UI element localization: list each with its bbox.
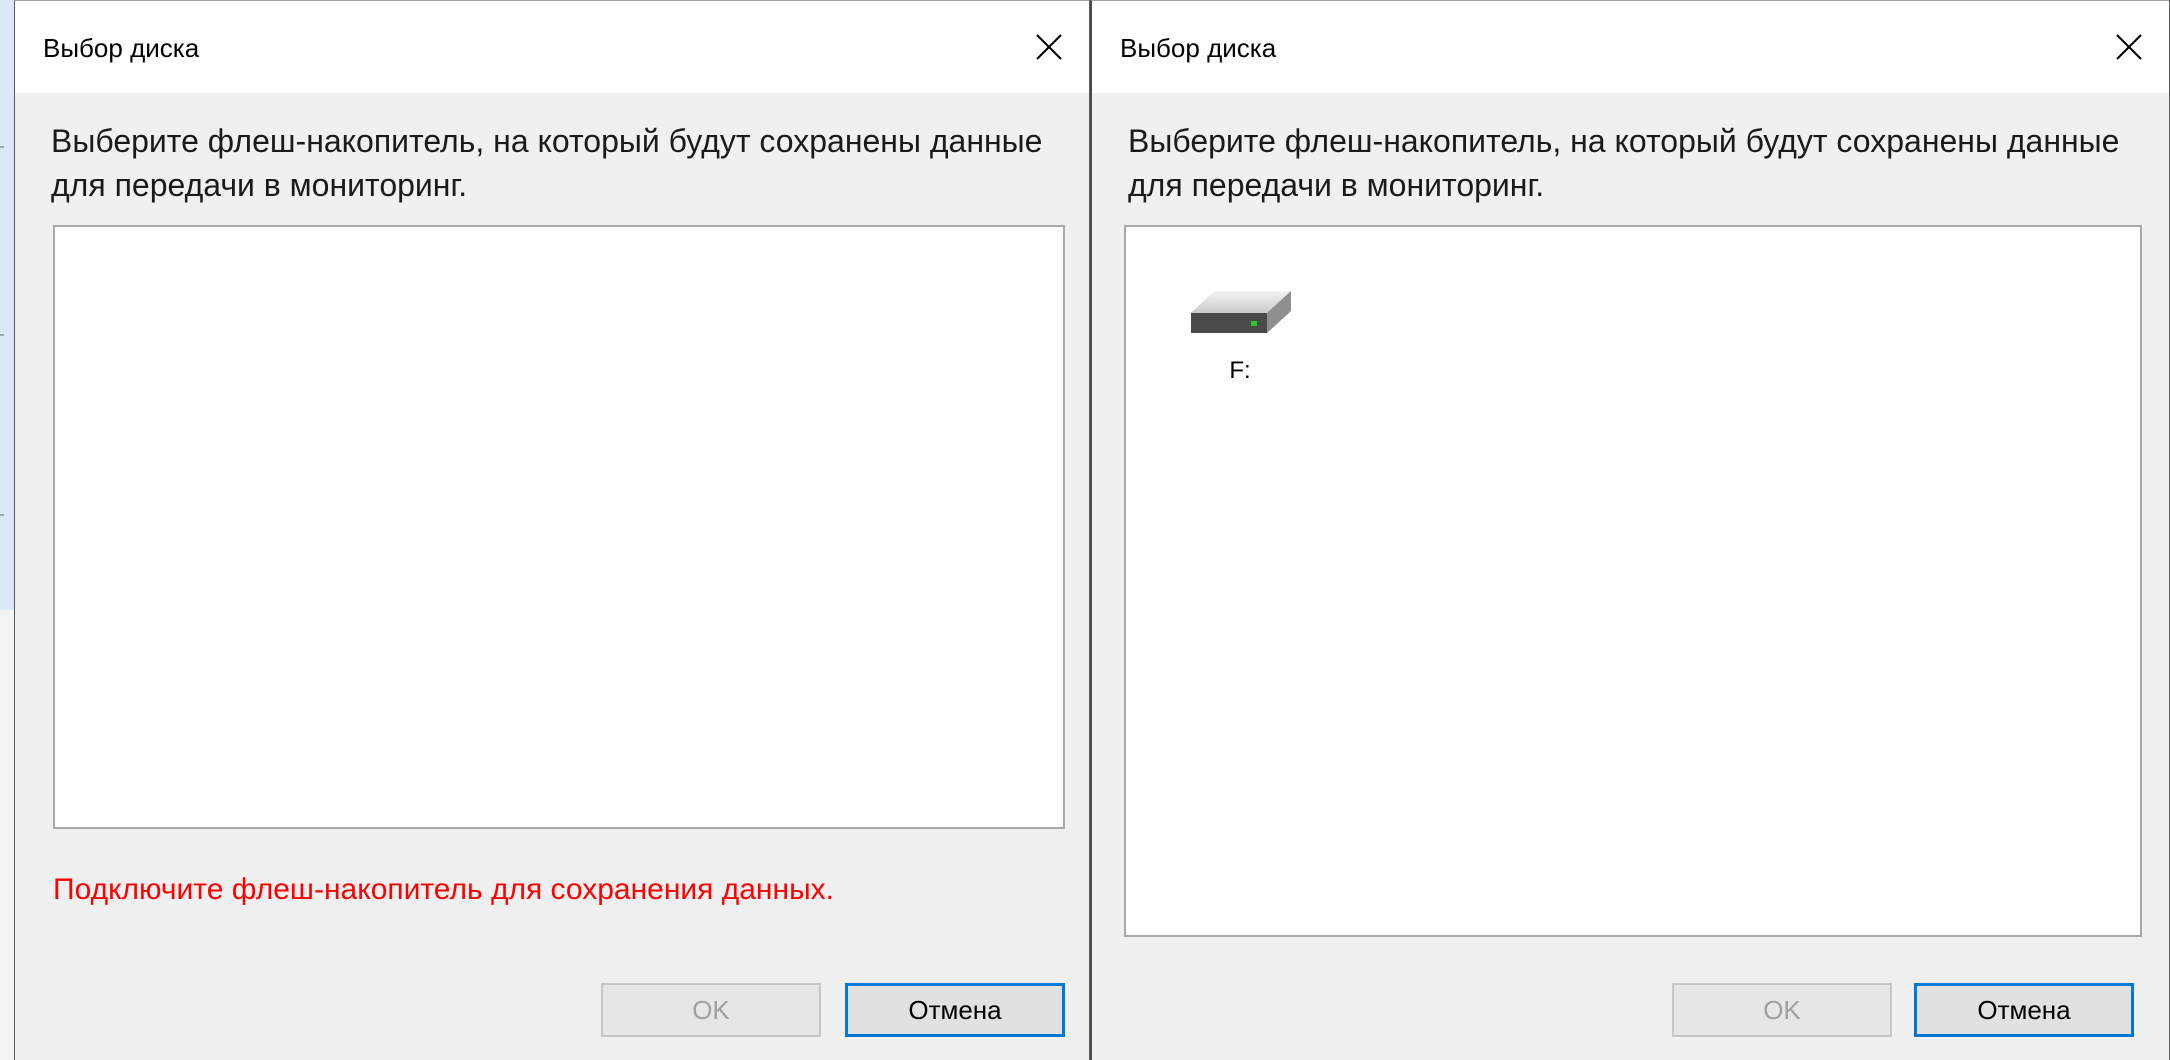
drive-list[interactable]: F: <box>1124 225 2142 937</box>
drive-item-f[interactable]: F: <box>1180 285 1300 385</box>
drive-label: F: <box>1229 357 1251 384</box>
close-icon <box>2116 34 2142 60</box>
error-message: Подключите флеш-накопитель для сохранени… <box>53 873 834 906</box>
instruction-text: Выберите флеш-накопитель, на который буд… <box>51 123 1043 203</box>
close-icon <box>1036 34 1062 60</box>
cancel-button[interactable]: Отмена <box>1914 983 2134 1037</box>
instruction-text: Выберите флеш-накопитель, на который буд… <box>1128 123 2120 203</box>
background-tick <box>0 146 4 148</box>
drive-list[interactable] <box>53 225 1065 829</box>
dialog-title: Выбор диска <box>43 33 200 63</box>
drive-select-dialog-with-drive: Выбор диска Выберите флеш-накопитель, на… <box>1090 0 2170 1060</box>
background-tick <box>0 514 4 516</box>
close-button[interactable] <box>2099 19 2159 75</box>
usb-drive-icon <box>1191 291 1291 333</box>
ok-button[interactable]: OK <box>601 983 821 1037</box>
drive-select-dialog-empty: Выбор диска Выберите флеш-накопитель, на… <box>14 0 1090 1060</box>
dialog-title: Выбор диска <box>1120 33 1277 63</box>
cancel-button[interactable]: Отмена <box>845 983 1065 1037</box>
dialog-titlebar: Выбор диска <box>15 1 1089 93</box>
close-button[interactable] <box>1019 19 1079 75</box>
ok-button[interactable]: OK <box>1672 983 1892 1037</box>
dialog-titlebar: Выбор диска <box>1092 1 2169 93</box>
background-tick <box>0 334 4 336</box>
